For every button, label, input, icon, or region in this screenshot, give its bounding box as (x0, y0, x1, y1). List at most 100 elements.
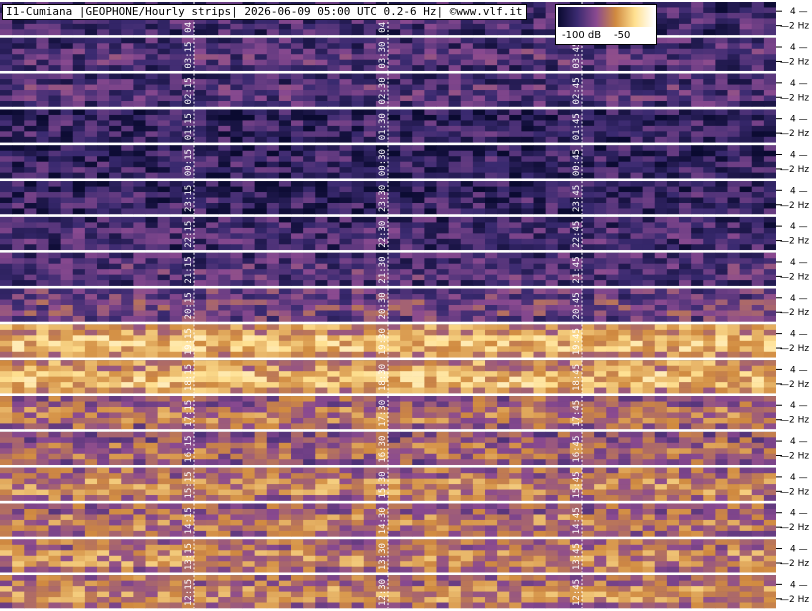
spectrogram-cell (400, 288, 413, 295)
spectrogram-cell (36, 192, 50, 198)
spectrogram-cell (303, 48, 316, 55)
spectrogram-cell (266, 324, 280, 331)
spectrogram-cell (497, 197, 510, 204)
spectrogram-cell (36, 382, 50, 388)
spectrogram-cell (48, 294, 62, 300)
spectrogram-cell (679, 37, 692, 44)
spectrogram-cell (351, 120, 365, 127)
spectrogram-cell (424, 407, 438, 413)
spectrogram-cell (739, 208, 753, 215)
spectrogram-cell (545, 145, 559, 152)
spectrogram-cell (594, 244, 607, 251)
spectrogram-cell (594, 114, 607, 121)
spectrogram-cell (666, 263, 680, 270)
spectrogram-cell (509, 23, 522, 30)
spectrogram-cell (109, 95, 122, 102)
spectrogram-cell (109, 288, 122, 295)
spectrogram-cell (691, 407, 704, 413)
spectrogram-cell (218, 192, 231, 198)
spectrogram-cell (460, 172, 474, 179)
spectrogram-cell (303, 73, 316, 80)
spectrogram-cell (400, 172, 413, 179)
spectrogram-cell (315, 84, 328, 91)
spectrogram-cell (12, 131, 25, 138)
spectrogram-cell (291, 335, 304, 342)
spectrogram-cell (642, 203, 656, 209)
spectrogram-cell (363, 453, 377, 460)
spectrogram-cell (666, 396, 680, 402)
spectrogram-cell (242, 233, 256, 240)
spectrogram-cell (606, 227, 619, 234)
spectrogram-cell (121, 59, 134, 66)
spectrogram-cell (60, 412, 74, 419)
spectrogram-cell (509, 299, 522, 306)
spectrogram-cell (157, 95, 171, 102)
spectrogram-cell (36, 305, 50, 311)
spectrogram-cell (497, 125, 510, 132)
spectrogram-cell (109, 315, 122, 322)
spectrogram-cell (436, 346, 450, 353)
spectrogram-cell (0, 120, 13, 127)
spectrogram-cell (727, 448, 741, 455)
spectrogram-cell (582, 203, 595, 209)
spectrogram-cell (218, 382, 231, 388)
spectrogram-cell (303, 95, 316, 102)
spectrogram-cell (727, 120, 741, 127)
spectrogram-cell (109, 203, 122, 209)
spectrogram-cell (109, 335, 122, 342)
spectrogram-cell (121, 315, 134, 322)
spectrogram-cell (739, 18, 753, 25)
spectrogram-cell (594, 197, 607, 204)
spectrogram-cell (48, 423, 62, 430)
spectrogram-cell (121, 423, 134, 430)
spectrogram-cell (618, 84, 632, 91)
spectrogram-cell (509, 48, 522, 55)
spectrogram-cell (630, 167, 644, 173)
spectrogram-cell (618, 294, 632, 300)
spectrogram-cell (339, 233, 353, 240)
spectrogram-cell (679, 324, 692, 331)
spectrogram-cell (691, 172, 704, 179)
spectrogram-cell (303, 161, 316, 168)
spectrogram-cell (606, 95, 619, 102)
spectrogram-cell (642, 216, 656, 223)
spectrogram-cell (594, 401, 607, 408)
spectrogram-cell (339, 208, 353, 215)
spectrogram-cell (291, 412, 304, 419)
spectrogram-cell (582, 387, 595, 394)
spectrogram-cell (424, 401, 438, 408)
spectrogram-cell (97, 109, 110, 116)
spectrogram-cell (291, 263, 304, 270)
spectrogram-cell (630, 222, 644, 229)
spectrogram-cell (521, 84, 535, 91)
spectrogram-cell (254, 412, 268, 419)
spectrogram-cell (594, 172, 607, 179)
spectrogram-cell (751, 442, 765, 449)
spectrogram-cell (739, 79, 753, 85)
spectrogram-cell (266, 120, 280, 127)
spectrogram-cell (60, 351, 74, 358)
spectrogram-cell (48, 453, 62, 460)
spectrogram-cell (133, 371, 147, 377)
spectrogram-cell (84, 294, 98, 300)
spectrogram-cell (654, 136, 668, 143)
spectrogram-cell (109, 90, 122, 96)
spectrogram-cell (327, 258, 341, 265)
spectrogram-cell (169, 156, 183, 163)
spectrogram-cell (436, 101, 450, 107)
spectrogram-cell (24, 335, 37, 342)
time-label: 18:30 (378, 364, 388, 391)
spectrogram-cell (291, 227, 304, 234)
spectrogram-cell (303, 79, 316, 85)
spectrogram-cell (0, 453, 13, 460)
spectrogram-cell (351, 269, 365, 275)
spectrogram-cell (303, 431, 316, 438)
spectrogram-cell (24, 145, 37, 152)
spectrogram-cell (630, 208, 644, 215)
spectrogram-cell (388, 423, 401, 430)
spectrogram-cell (751, 136, 765, 143)
spectrogram-cell (739, 203, 753, 209)
spectrogram-cell (121, 54, 134, 61)
spectrogram-cell (497, 161, 510, 168)
spectrogram-cell (278, 329, 292, 336)
